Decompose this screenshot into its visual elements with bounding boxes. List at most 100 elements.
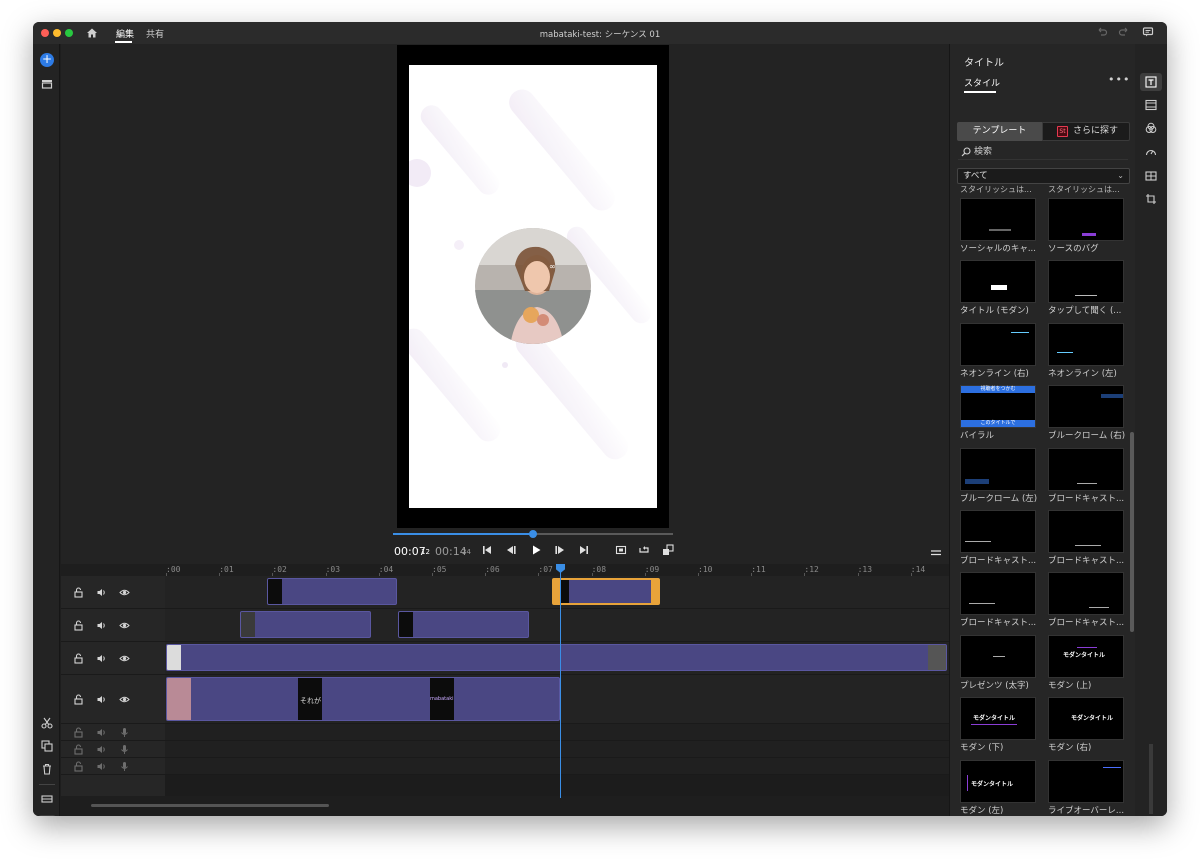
lock-icon[interactable]: [73, 587, 84, 598]
timeline-tracks: それが mabataki: [165, 576, 949, 796]
speaker-icon[interactable]: [96, 761, 107, 772]
loop-icon[interactable]: [637, 543, 651, 557]
undo-icon[interactable]: [1095, 26, 1109, 40]
find-more-button[interactable]: St さらに探す: [1042, 122, 1130, 141]
template-label: ソースのバグ: [1048, 244, 1099, 254]
title-clip[interactable]: [240, 611, 371, 638]
minimize-window-button[interactable]: [53, 29, 61, 37]
template-thumbnail: モダンタイトル: [1048, 697, 1124, 741]
play-icon[interactable]: [529, 543, 543, 557]
audio-track-1: [165, 724, 949, 741]
template-thumbnail: [960, 198, 1036, 241]
layout-icon[interactable]: [1145, 170, 1157, 182]
speaker-icon[interactable]: [96, 727, 107, 738]
fit-icon[interactable]: [614, 543, 628, 557]
search-icon: [961, 147, 971, 157]
template-label: ネオンライン (左): [1048, 368, 1117, 379]
speed-icon[interactable]: [1145, 146, 1157, 158]
go-end-icon[interactable]: [577, 543, 591, 557]
template-thumbnail: [960, 260, 1036, 304]
selected-title-clip[interactable]: [552, 578, 660, 605]
redo-icon[interactable]: [1117, 26, 1131, 40]
panel-scrollbar[interactable]: [1130, 432, 1134, 632]
video-icon[interactable]: [1145, 99, 1157, 111]
add-icon[interactable]: +: [40, 53, 54, 67]
scissors-icon[interactable]: [40, 716, 54, 730]
program-monitor: ∞ 00:07 12 00:14 24: [61, 44, 949, 574]
timeline: :00:01:02:03:04:05:06:07:08:09:10:11:12:…: [61, 564, 949, 816]
audio-track-3: [165, 758, 949, 775]
duplicate-icon[interactable]: [40, 739, 54, 753]
tab-style[interactable]: スタイル: [964, 76, 1000, 89]
lock-icon[interactable]: [73, 694, 84, 705]
main-video-clip[interactable]: それが mabataki: [166, 677, 560, 721]
timeline-scrollbar[interactable]: [91, 804, 329, 807]
rail-scrollbar[interactable]: [1149, 744, 1153, 814]
category-select[interactable]: すべて ⌄: [957, 168, 1130, 184]
lock-icon[interactable]: [73, 744, 84, 755]
video-artwork: ∞: [409, 89, 652, 460]
titles-icon[interactable]: [1145, 76, 1157, 88]
list-icon[interactable]: [38, 815, 56, 816]
speaker-icon[interactable]: [96, 744, 107, 755]
color-icon[interactable]: [1145, 122, 1157, 134]
step-forward-icon[interactable]: [553, 543, 567, 557]
audio-track-header: [61, 758, 165, 775]
audio-track-header: [61, 724, 165, 741]
template-thumbnail: [960, 322, 1036, 366]
mic-icon[interactable]: [119, 744, 130, 755]
title-clip[interactable]: [267, 578, 397, 605]
lock-icon[interactable]: [73, 620, 84, 631]
eye-icon[interactable]: [119, 587, 130, 598]
lock-icon[interactable]: [73, 727, 84, 738]
speaker-icon[interactable]: [96, 620, 107, 631]
comment-icon[interactable]: [1141, 26, 1155, 40]
eye-icon[interactable]: [119, 620, 130, 631]
eye-icon[interactable]: [119, 653, 130, 664]
scrubber-handle[interactable]: [529, 530, 537, 538]
step-back-icon[interactable]: [504, 543, 518, 557]
playhead[interactable]: [560, 569, 561, 798]
ruler-tick: :05: [432, 565, 447, 574]
track-icon[interactable]: [40, 792, 54, 806]
menu-icon[interactable]: [929, 546, 943, 560]
tab-share[interactable]: 共有: [146, 27, 164, 40]
export-icon[interactable]: [661, 543, 675, 557]
template-button[interactable]: テンプレート: [957, 122, 1042, 141]
template-thumbnail: [960, 572, 1036, 616]
audio-track-header: [61, 741, 165, 758]
template-label: ネオンライン (右): [960, 368, 1029, 379]
trim-handle-right[interactable]: [651, 580, 658, 603]
tab-edit[interactable]: 編集: [116, 27, 134, 40]
close-window-button[interactable]: [41, 29, 49, 37]
speaker-icon[interactable]: [96, 653, 107, 664]
template-label: モダン (上): [1048, 680, 1092, 691]
video-frame[interactable]: ∞: [397, 45, 669, 528]
background-clip[interactable]: [166, 644, 947, 671]
zoom-window-button[interactable]: [65, 29, 73, 37]
trash-icon[interactable]: [40, 762, 54, 776]
speaker-icon[interactable]: [96, 694, 107, 705]
lock-icon[interactable]: [73, 653, 84, 664]
media-icon[interactable]: [40, 77, 54, 91]
title-clip[interactable]: [398, 611, 529, 638]
mic-icon[interactable]: [119, 761, 130, 772]
category-select-value: すべて: [963, 171, 988, 181]
right-rail: [1135, 44, 1167, 816]
lock-icon[interactable]: [73, 761, 84, 772]
template-thumbnail: [960, 447, 1036, 491]
go-start-icon[interactable]: [480, 543, 494, 557]
template-thumbnail: 視聴者をつかむ このタイトルで: [960, 385, 1036, 429]
crop-icon[interactable]: [1145, 193, 1157, 205]
find-more-label: さらに探す: [1073, 126, 1119, 136]
mic-icon[interactable]: [119, 727, 130, 738]
speaker-icon[interactable]: [96, 587, 107, 598]
video-track-header: [61, 576, 165, 609]
more-options-button[interactable]: •••: [1108, 73, 1130, 86]
video-track-header: [61, 642, 165, 675]
search-input[interactable]: [974, 145, 1124, 159]
audio-track-2: [165, 741, 949, 758]
eye-icon[interactable]: [119, 694, 130, 705]
template-label: モダン (左): [960, 805, 1004, 816]
home-icon[interactable]: [85, 26, 99, 40]
